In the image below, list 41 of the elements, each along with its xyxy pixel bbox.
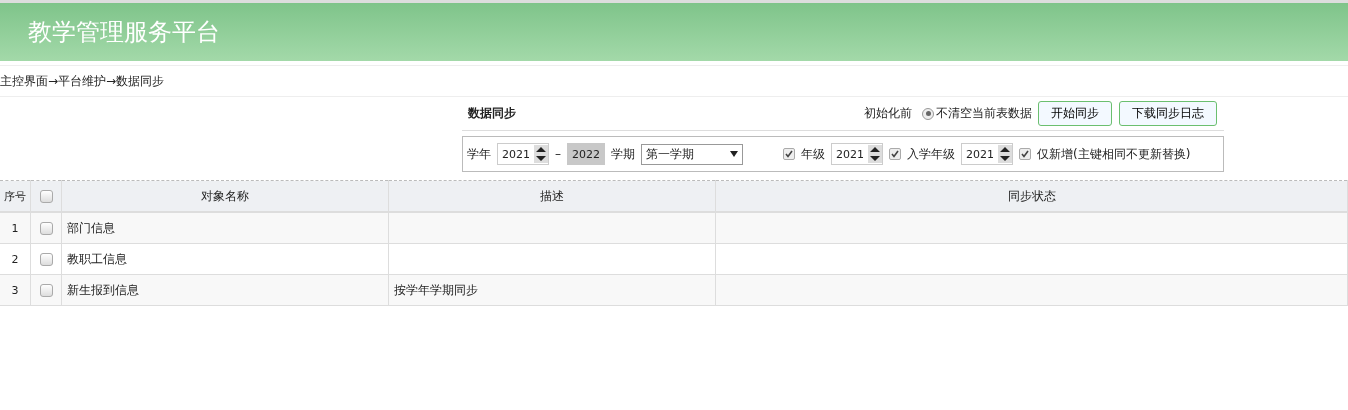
row-number: 1 xyxy=(0,212,31,244)
checkbox[interactable] xyxy=(39,222,53,235)
section-title: 数据同步 xyxy=(468,105,516,122)
option-label: 初始化前 xyxy=(864,105,912,122)
spinner-icon[interactable] xyxy=(534,145,548,163)
column-header: 同步状态 xyxy=(715,180,1348,212)
row-number: 3 xyxy=(0,274,31,306)
checkbox-label: 年级 xyxy=(801,145,825,163)
radio-label: 不清空当前表数据 xyxy=(936,105,1032,122)
column-header: 对象名称 xyxy=(61,180,389,212)
action-button[interactable]: 下载同步日志 xyxy=(1119,101,1217,126)
table-cell: 部门信息 xyxy=(61,212,389,244)
checkbox[interactable] xyxy=(783,148,795,160)
checkbox[interactable] xyxy=(1019,148,1031,160)
table-cell: 新生报到信息 xyxy=(61,274,389,306)
app-title: 教学管理服务平台 xyxy=(28,17,220,48)
year-spinner-field[interactable]: 2021 xyxy=(961,143,1013,165)
year-spinner-field[interactable]: 2021 xyxy=(497,143,549,165)
checkbox[interactable] xyxy=(39,253,53,266)
breadcrumb: 主控界面→平台维护→数据同步 xyxy=(0,72,165,90)
spinner-icon[interactable] xyxy=(998,145,1012,163)
table-cell: 教职工信息 xyxy=(61,243,389,275)
radio-button[interactable] xyxy=(922,107,934,120)
field-label: 学期 xyxy=(611,145,635,163)
column-header: 描述 xyxy=(388,180,716,212)
checkbox[interactable] xyxy=(889,148,901,160)
checkbox-label: 仅新增(主键相同不更新替换) xyxy=(1037,145,1191,163)
dropdown-arrow-icon xyxy=(730,151,738,157)
term-dropdown[interactable]: 第一学期 xyxy=(641,143,743,165)
checkbox-label: 入学年级 xyxy=(907,145,955,163)
action-button[interactable]: 开始同步 xyxy=(1038,101,1112,126)
checkbox[interactable] xyxy=(39,284,53,297)
table-cell: 按学年学期同步 xyxy=(388,274,716,306)
checkbox[interactable] xyxy=(39,190,53,203)
column-header: 序号 xyxy=(0,180,31,212)
year-spinner-field[interactable]: 2021 xyxy=(831,143,883,165)
row-number: 2 xyxy=(0,243,31,275)
range-separator: – xyxy=(555,147,561,161)
field-label: 学年 xyxy=(467,145,491,163)
spinner-icon[interactable] xyxy=(868,145,882,163)
year-field: 2022 xyxy=(567,143,605,165)
